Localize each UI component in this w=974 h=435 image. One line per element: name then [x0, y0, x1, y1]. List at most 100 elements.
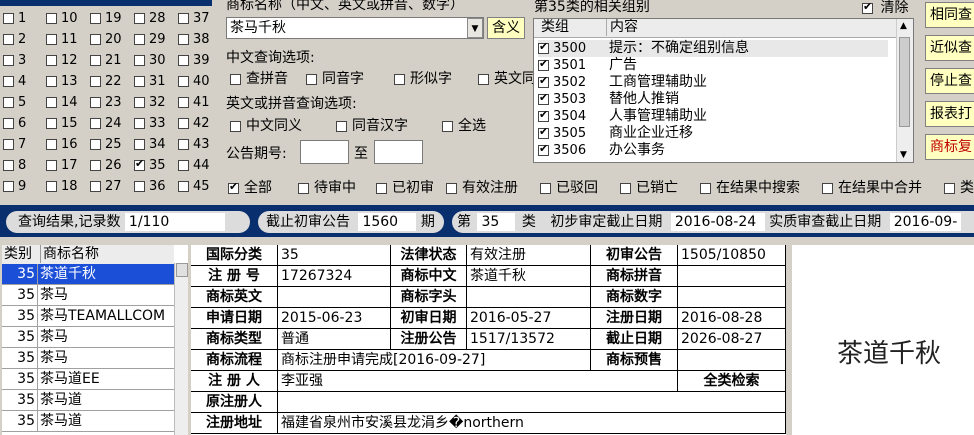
checkbox-icon[interactable] — [90, 55, 101, 66]
group-row[interactable]: 3501 广告 — [538, 57, 888, 74]
filter-option[interactable]: 类似群 — [944, 177, 974, 197]
class-checkbox[interactable]: 15 — [46, 113, 78, 134]
checkbox-icon[interactable] — [446, 182, 457, 194]
report-print-button[interactable]: 报表打 — [925, 101, 974, 127]
checkbox-icon[interactable] — [538, 57, 549, 71]
filter-option[interactable]: 在结果中搜索 — [700, 177, 800, 197]
same-search-button[interactable]: 相同查 — [925, 2, 974, 28]
class-checkbox[interactable]: 13 — [46, 71, 78, 92]
chinese-option[interactable]: 查拼音 — [230, 68, 288, 88]
checkbox-icon[interactable] — [178, 118, 189, 129]
result-row[interactable]: 35 茶马 — [2, 348, 174, 369]
checkbox-icon[interactable] — [3, 181, 14, 192]
checkbox-icon[interactable] — [90, 160, 101, 171]
english-option[interactable]: 同音汉字 — [336, 115, 408, 135]
result-row[interactable]: 35 茶马 — [2, 285, 174, 306]
scroll-up-icon[interactable]: ▲ — [900, 21, 907, 31]
class-checkbox[interactable]: 39 — [178, 50, 210, 71]
checkbox-icon[interactable] — [620, 182, 631, 194]
group-list[interactable]: 类组 内容 3500提示：不确定组别信息3501广告3502工商管理辅助业350… — [533, 18, 914, 163]
checkbox-icon[interactable] — [3, 34, 14, 45]
checkbox-icon[interactable] — [46, 118, 57, 129]
checkbox-icon[interactable] — [478, 73, 489, 85]
checkbox-icon[interactable] — [46, 34, 57, 45]
checkbox-icon[interactable] — [306, 73, 317, 85]
clear-checkbox[interactable]: 清除 — [862, 0, 908, 17]
filter-option[interactable]: 待审中 — [298, 177, 356, 197]
checkbox-icon[interactable] — [90, 118, 101, 129]
checkbox-icon[interactable] — [90, 97, 101, 108]
checkbox-icon[interactable] — [46, 139, 57, 150]
clear-check-icon[interactable] — [862, 0, 873, 14]
result-scroll-up-icon[interactable] — [176, 263, 188, 277]
class-checkbox[interactable]: 22 — [90, 71, 122, 92]
checkbox-icon[interactable] — [178, 139, 189, 150]
result-row[interactable]: 35 茶马道 — [2, 390, 174, 411]
stop-search-button[interactable]: 停止查 — [925, 68, 974, 94]
filter-option[interactable]: 在结果中合并 — [822, 177, 922, 197]
checkbox-icon[interactable] — [134, 181, 145, 192]
class-checkbox[interactable]: 27 — [90, 176, 122, 197]
checkbox-icon[interactable] — [46, 55, 57, 66]
checkbox-icon[interactable] — [90, 34, 101, 45]
class-checkbox[interactable]: 43 — [178, 134, 210, 155]
name-combo[interactable]: 茶马千秋 ▼ — [226, 17, 484, 39]
class-checkbox[interactable]: 35 — [134, 155, 166, 176]
detail-all-search[interactable]: 全类检索 — [678, 371, 786, 392]
class-checkbox[interactable]: 28 — [134, 8, 166, 29]
class-checkbox[interactable]: 24 — [90, 113, 122, 134]
class-checkbox[interactable]: 5 — [3, 92, 26, 113]
class-checkbox[interactable]: 21 — [90, 50, 122, 71]
checkbox-icon[interactable] — [538, 125, 549, 139]
class-checkbox[interactable]: 2 — [3, 29, 26, 50]
checkbox-icon[interactable] — [178, 76, 189, 87]
group-row[interactable]: 3502 工商管理辅助业 — [538, 74, 888, 91]
filter-option[interactable]: 已初审 — [376, 177, 434, 197]
result-scrollbar[interactable] — [174, 263, 188, 435]
group-row[interactable]: 3503 替他人推销 — [538, 91, 888, 108]
checkbox-icon[interactable] — [944, 182, 955, 194]
class-checkbox[interactable]: 1 — [3, 8, 26, 29]
checkbox-icon[interactable] — [134, 97, 145, 108]
class-checkbox[interactable]: 42 — [178, 113, 210, 134]
class-checkbox[interactable]: 17 — [46, 155, 78, 176]
checkbox-icon[interactable] — [90, 13, 101, 24]
checkbox-icon[interactable] — [336, 120, 347, 132]
class-checkbox[interactable]: 3 — [3, 50, 26, 71]
class-checkbox[interactable]: 16 — [46, 134, 78, 155]
checkbox-icon[interactable] — [46, 13, 57, 24]
checkbox-icon[interactable] — [538, 142, 549, 156]
dropdown-arrow-icon[interactable]: ▼ — [467, 18, 483, 38]
trademark-copy-button[interactable]: 商标复 — [925, 134, 974, 160]
class-checkbox[interactable]: 26 — [90, 155, 122, 176]
checkbox-icon[interactable] — [134, 118, 145, 129]
checkbox-icon[interactable] — [90, 181, 101, 192]
checkbox-icon[interactable] — [3, 118, 14, 129]
checkbox-icon[interactable] — [178, 34, 189, 45]
similar-search-button[interactable]: 近似查 — [925, 35, 974, 61]
checkbox-icon[interactable] — [178, 55, 189, 66]
filter-option[interactable]: 全部 — [228, 177, 272, 197]
checkbox-icon[interactable] — [46, 160, 57, 171]
checkbox-icon[interactable] — [46, 76, 57, 87]
checkbox-icon[interactable] — [3, 139, 14, 150]
group-row[interactable]: 3504 人事管理辅助业 — [538, 108, 888, 125]
filter-option[interactable]: 有效注册 — [446, 177, 518, 197]
checkbox-icon[interactable] — [3, 76, 14, 87]
checkbox-icon[interactable] — [700, 182, 711, 194]
checkbox-icon[interactable] — [3, 13, 14, 24]
group-row[interactable]: 3505 商业企业迁移 — [538, 125, 888, 142]
result-row[interactable]: 35 茶道千秋 — [2, 264, 174, 285]
english-option[interactable]: 中文同义 — [230, 115, 302, 135]
result-table[interactable]: 类别 商标名称 35 茶道千秋 35 茶马 35 茶马TEAMALLCOM 35 茶马 35 茶马… — [2, 245, 188, 435]
class-checkbox[interactable]: 7 — [3, 134, 26, 155]
class-checkbox[interactable]: 25 — [90, 134, 122, 155]
class-checkbox[interactable]: 23 — [90, 92, 122, 113]
class-checkbox[interactable]: 44 — [178, 155, 210, 176]
checkbox-icon[interactable] — [178, 160, 189, 171]
checkbox-icon[interactable] — [298, 182, 309, 194]
checkbox-icon[interactable] — [3, 160, 14, 171]
result-row[interactable]: 35 茶马道 — [2, 411, 174, 432]
checkbox-icon[interactable] — [178, 181, 189, 192]
checkbox-icon[interactable] — [538, 108, 549, 122]
